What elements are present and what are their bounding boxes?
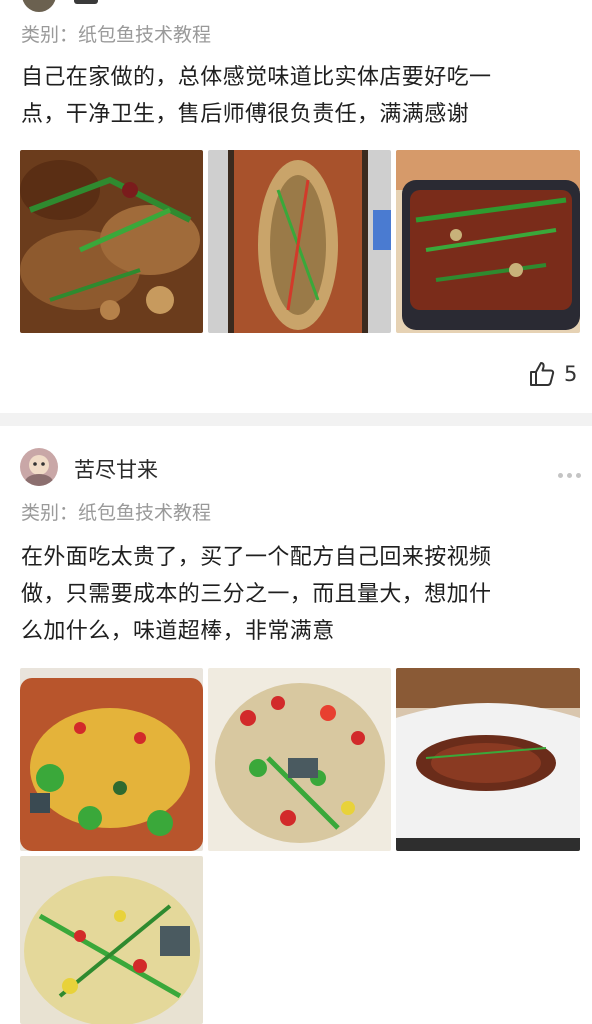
food-photo-griddle[interactable]	[396, 150, 580, 333]
post-text-line: 么加什么，味道超棒，非常满意	[21, 619, 335, 644]
food-photo-enoki-fish-image	[20, 856, 203, 1024]
thumbs-up-icon	[530, 362, 555, 386]
food-photo-fish-tray-image	[208, 150, 391, 333]
food-photo-fish-tray[interactable]	[208, 150, 391, 333]
food-photo-griddle-image	[396, 150, 580, 333]
avatar-image	[20, 448, 58, 486]
post-text-line: 在外面吃太贵了，买了一个配方自己回来按视频	[21, 545, 492, 570]
avatar-partial[interactable]	[22, 0, 56, 12]
food-photo-broccoli-fish[interactable]	[20, 668, 203, 851]
like-count: 5	[564, 362, 578, 386]
food-photo-peppers-fish-image	[208, 668, 391, 851]
username-partial	[74, 0, 98, 4]
post-divider	[0, 413, 592, 426]
username[interactable]: 苦尽甘来	[74, 454, 158, 484]
food-photo-enoki-fish[interactable]	[20, 856, 203, 1024]
post-category: 类别：纸包鱼技术教程	[21, 24, 212, 46]
post-text: 自己在家做的，总体感觉味道比实体店要好吃一 点，干净卫生，售后师傅很负责任，满满…	[21, 59, 581, 133]
food-photo-broccoli-fish-image	[20, 668, 203, 851]
food-photo-foil-fish[interactable]	[396, 668, 580, 851]
post-text-line: 做，只需要成本的三分之一，而且量大，想加什	[21, 582, 492, 607]
food-photo-foil-fish-image	[396, 668, 580, 851]
avatar[interactable]	[20, 448, 58, 486]
post-text-line: 点，干净卫生，售后师傅很负责任，满满感谢	[21, 102, 470, 127]
post-text-line: 自己在家做的，总体感觉味道比实体店要好吃一	[21, 65, 492, 90]
post-text: 在外面吃太贵了，买了一个配方自己回来按视频 做，只需要成本的三分之一，而且量大，…	[21, 539, 581, 650]
post-category: 类别：纸包鱼技术教程	[21, 502, 212, 524]
more-dots-icon[interactable]	[554, 463, 581, 482]
like-button[interactable]: 5	[528, 360, 577, 388]
food-photo-frog-pot[interactable]	[20, 150, 203, 333]
food-photo-peppers-fish[interactable]	[208, 668, 391, 851]
food-photo-frog-pot-image	[20, 150, 203, 333]
